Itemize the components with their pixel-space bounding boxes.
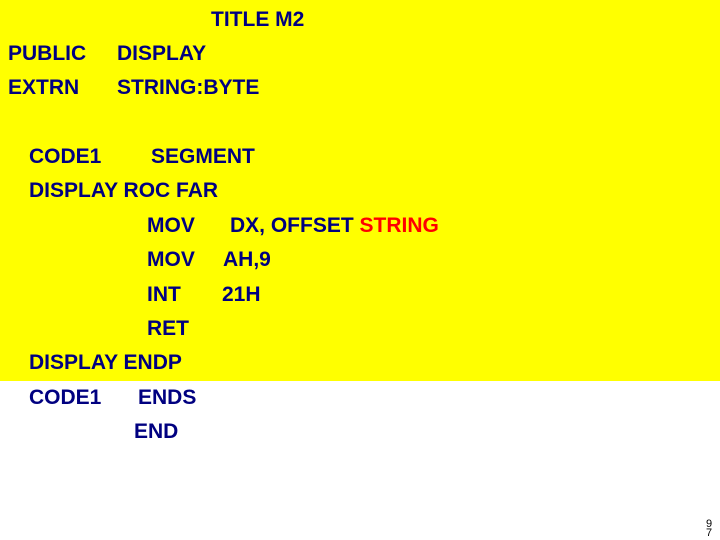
int-opcode: INT: [147, 283, 181, 306]
mov1-opcode: MOV: [147, 214, 195, 237]
public-keyword: PUBLIC: [8, 42, 87, 65]
ends-name: CODE1: [29, 386, 102, 409]
segment-name: CODE1: [29, 145, 102, 168]
mov2-opcode: MOV: [147, 248, 195, 271]
public-argument: DISPLAY: [117, 42, 207, 65]
end-keyword: END: [134, 420, 179, 443]
endp-line: DISPLAY ENDP: [29, 351, 182, 374]
slide-number-bottom: 7: [705, 527, 713, 539]
mov1-operands: DX, OFFSET STRING: [230, 214, 439, 238]
ret-opcode: RET: [147, 317, 189, 340]
int-operand: 21H: [222, 283, 261, 306]
mov2-operands: AH,9: [223, 248, 271, 271]
mov1-string-highlight: STRING: [359, 214, 439, 237]
extrn-argument: STRING:BYTE: [117, 76, 260, 99]
extrn-keyword: EXTRN: [8, 76, 80, 99]
slide-number: 9 7: [704, 519, 714, 539]
mov1-operand-text: DX, OFFSET: [230, 214, 354, 237]
segment-keyword: SEGMENT: [151, 145, 255, 168]
title-line: TITLE M2: [211, 8, 305, 31]
ends-keyword: ENDS: [138, 386, 197, 409]
proc-line: DISPLAY ROC FAR: [29, 179, 219, 202]
